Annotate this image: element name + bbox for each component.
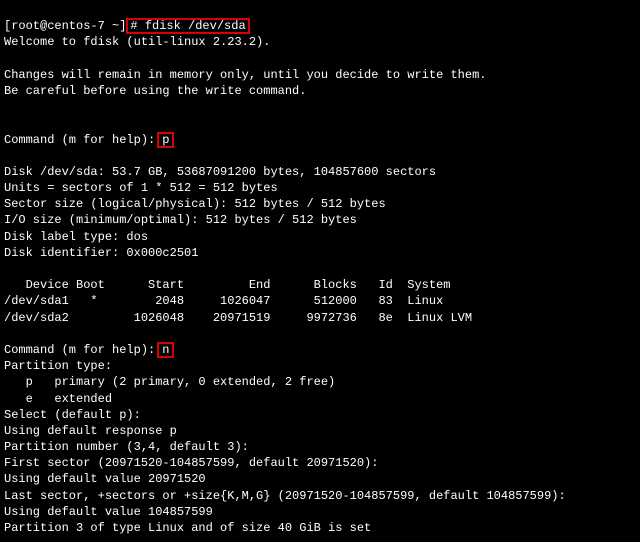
command-input-p-1: p bbox=[157, 132, 174, 148]
diskinfo-1-l5: Disk label type: dos bbox=[4, 230, 148, 244]
diskinfo-1-l1: Disk /dev/sda: 53.7 GB, 53687091200 byte… bbox=[4, 165, 436, 179]
command-prompt-2[interactable]: Command (m for help): bbox=[4, 343, 155, 357]
diskinfo-1-l6: Disk identifier: 0x000c2501 bbox=[4, 246, 198, 260]
newpart-l2: p primary (2 primary, 0 extended, 2 free… bbox=[4, 375, 335, 389]
partition-table-1-header: Device Boot Start End Blocks Id System bbox=[4, 278, 450, 292]
newpart-l7[interactable]: First sector (20971520-104857599, defaul… bbox=[4, 456, 378, 470]
diskinfo-1-l4: I/O size (minimum/optimal): 512 bytes / … bbox=[4, 213, 357, 227]
newpart-l10: Using default value 104857599 bbox=[4, 505, 213, 519]
command-prompt-1[interactable]: Command (m for help): bbox=[4, 133, 155, 147]
newpart-l4[interactable]: Select (default p): bbox=[4, 408, 141, 422]
newpart-l9[interactable]: Last sector, +sectors or +size{K,M,G} (2… bbox=[4, 489, 566, 503]
newpart-l5: Using default response p bbox=[4, 424, 177, 438]
command-input-n: n bbox=[157, 342, 174, 358]
shell-prompt: [root@centos-7 ~] bbox=[4, 19, 126, 33]
diskinfo-1-l2: Units = sectors of 1 * 512 = 512 bytes bbox=[4, 181, 278, 195]
partition-table-1-row-1: /dev/sda2 1026048 20971519 9972736 8e Li… bbox=[4, 311, 472, 325]
newpart-l3: e extended bbox=[4, 392, 112, 406]
newpart-l11: Partition 3 of type Linux and of size 40… bbox=[4, 521, 371, 535]
newpart-l1: Partition type: bbox=[4, 359, 112, 373]
partition-table-1-row-0: /dev/sda1 * 2048 1026047 512000 83 Linux bbox=[4, 294, 443, 308]
newpart-l6[interactable]: Partition number (3,4, default 3): bbox=[4, 440, 249, 454]
diskinfo-1-l3: Sector size (logical/physical): 512 byte… bbox=[4, 197, 386, 211]
warning-line-1: Changes will remain in memory only, unti… bbox=[4, 68, 486, 82]
newpart-l8: Using default value 20971520 bbox=[4, 472, 206, 486]
welcome-line: Welcome to fdisk (util-linux 2.23.2). bbox=[4, 35, 270, 49]
terminal-output: [root@centos-7 ~]# fdisk /dev/sda Welcom… bbox=[0, 0, 640, 542]
warning-line-2: Be careful before using the write comman… bbox=[4, 84, 306, 98]
fdisk-command: # fdisk /dev/sda bbox=[126, 18, 249, 34]
